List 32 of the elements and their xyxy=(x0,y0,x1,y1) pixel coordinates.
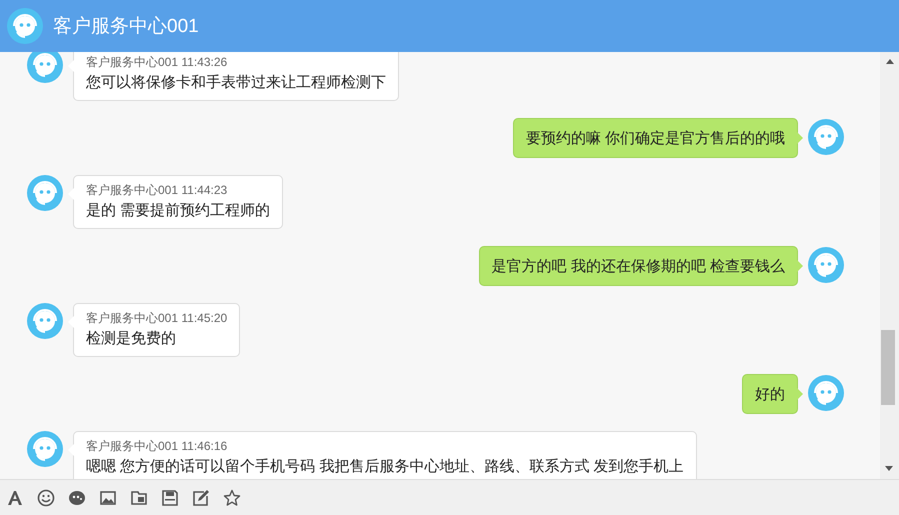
user-avatar-icon xyxy=(808,247,844,283)
message-meta: 客户服务中心001 11:46:16 xyxy=(86,438,228,455)
message-meta: 客户服务中心001 11:43:26 xyxy=(86,54,228,71)
font-icon[interactable] xyxy=(6,488,24,506)
user-avatar-icon xyxy=(808,375,844,411)
scrollbar[interactable] xyxy=(880,52,899,479)
agent-avatar-icon xyxy=(7,8,43,44)
save-icon[interactable] xyxy=(161,488,179,506)
message-text: 是官方的吧 我的还在保修期的吧 检查要钱么 xyxy=(492,257,785,276)
message-text: 检测是免费的 xyxy=(86,329,177,348)
message-text: 您可以将保修卡和手表带过来让工程师检测下 xyxy=(86,73,386,92)
scroll-up-icon[interactable] xyxy=(886,59,894,64)
agent-avatar-icon xyxy=(27,431,63,467)
agent-avatar-icon xyxy=(27,175,63,211)
star-icon[interactable] xyxy=(223,488,241,506)
message-text: 要预约的嘛 你们确定是官方售后的的哦 xyxy=(526,129,785,148)
message-meta: 客户服务中心001 11:44:23 xyxy=(86,182,228,199)
agent-avatar-icon xyxy=(27,303,63,339)
message-meta: 客户服务中心001 11:45:20 xyxy=(86,310,228,327)
scrollbar-thumb[interactable] xyxy=(881,330,895,405)
user-avatar-icon xyxy=(808,119,844,155)
scroll-down-icon[interactable] xyxy=(885,466,893,471)
chat-icon[interactable] xyxy=(68,488,86,506)
edit-icon[interactable] xyxy=(192,488,210,506)
message-text: 嗯嗯 您方便的话可以留个手机号码 我把售后服务中心地址、路线、联系方式 发到您手机上 xyxy=(86,457,684,476)
agent-avatar-icon xyxy=(27,52,63,83)
window-title: 客户服务中心001 xyxy=(53,15,199,39)
message-text: 好的 xyxy=(755,385,785,404)
image-icon[interactable] xyxy=(99,488,117,506)
message-text: 是的 需要提前预约工程师的 xyxy=(86,201,270,220)
emoji-icon[interactable] xyxy=(37,488,55,506)
folder-icon[interactable] xyxy=(130,488,148,506)
